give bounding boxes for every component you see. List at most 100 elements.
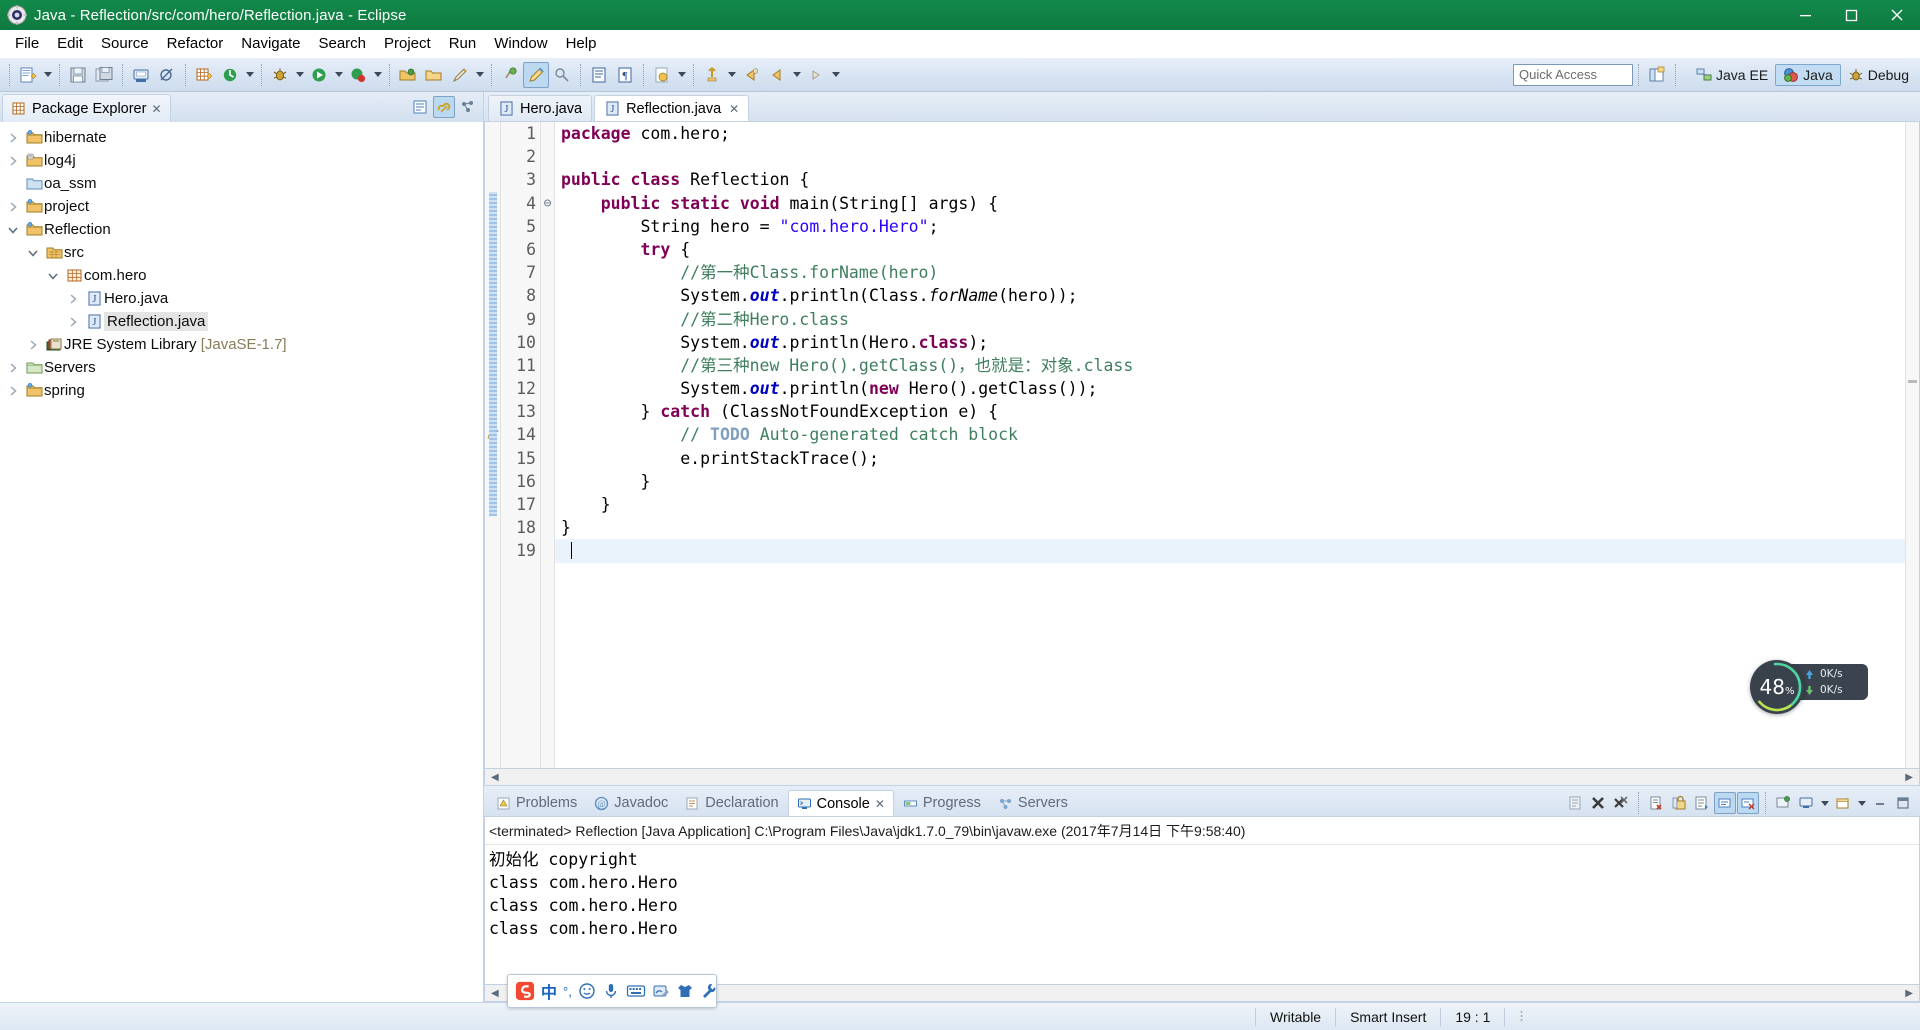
next-annotation-icon[interactable] [497, 62, 523, 88]
toolbox-icon[interactable] [700, 980, 718, 1002]
editor-folding-ruler[interactable]: ⊖ [541, 122, 555, 768]
menu-navigate[interactable]: Navigate [232, 32, 309, 55]
perspective-java[interactable]: Java [1775, 63, 1841, 86]
code-line[interactable]: public class Reflection { [555, 168, 1905, 191]
menu-help[interactable]: Help [557, 32, 606, 55]
chevron-right-icon[interactable] [68, 316, 84, 327]
search-icon[interactable] [447, 62, 473, 88]
terminate-icon[interactable] [1587, 792, 1609, 814]
view-menu-icon[interactable] [457, 96, 479, 118]
new-wizard-icon[interactable] [15, 62, 41, 88]
menu-file[interactable]: File [6, 32, 48, 55]
search-dropdown-icon[interactable] [473, 62, 486, 88]
console-body[interactable]: <terminated> Reflection [Java Applicatio… [484, 816, 1920, 985]
prev-edit-location-icon[interactable] [699, 62, 725, 88]
remove-all-terminated-icon[interactable] [1610, 792, 1632, 814]
save-icon[interactable] [65, 62, 91, 88]
chevron-down-icon[interactable] [8, 225, 24, 235]
run-dropdown-icon[interactable] [332, 62, 345, 88]
code-line[interactable]: System.out.println(Class.forName(hero)); [555, 284, 1905, 307]
console-tab-problems[interactable]: Problems [488, 790, 585, 816]
tree-item-hibernate[interactable]: hibernate [0, 126, 483, 149]
pin-console-icon[interactable] [1737, 792, 1759, 814]
tree-item-project[interactable]: project [0, 195, 483, 218]
prev-edit-dropdown-icon[interactable] [725, 62, 738, 88]
menu-window[interactable]: Window [485, 32, 556, 55]
microphone-icon[interactable] [602, 980, 620, 1002]
run-icon[interactable] [306, 62, 332, 88]
chevron-down-icon[interactable] [28, 248, 44, 258]
code-line[interactable]: //第二种Hero.class [555, 308, 1905, 331]
outline-icon[interactable] [586, 62, 612, 88]
link-icon[interactable] [549, 62, 575, 88]
tree-item-reflection[interactable]: Reflection [0, 218, 483, 241]
code-line[interactable] [555, 539, 1905, 563]
status-grip[interactable] [1504, 1007, 1538, 1026]
menu-refactor[interactable]: Refactor [158, 32, 233, 55]
console-tab-javadoc[interactable]: @ Javadoc [586, 790, 676, 816]
minimize-button[interactable] [1782, 0, 1828, 30]
code-line[interactable]: package com.hero; [555, 122, 1905, 145]
cpu-usage-ball[interactable]: 48% [1750, 660, 1804, 714]
quick-access-input[interactable]: Quick Access [1513, 63, 1634, 86]
tree-item-reflection-java[interactable]: J Reflection.java [0, 310, 483, 333]
open-task-icon[interactable] [421, 62, 447, 88]
tree-item-src[interactable]: src [0, 241, 483, 264]
close-icon[interactable]: ✕ [875, 797, 885, 811]
element-dropdown-icon[interactable] [675, 62, 688, 88]
maximize-button[interactable] [1828, 0, 1874, 30]
toggle-breakpoint-icon[interactable] [154, 62, 180, 88]
code-line[interactable]: e.printStackTrace(); [555, 447, 1905, 470]
chevron-right-icon[interactable] [8, 155, 24, 166]
chevron-right-icon[interactable] [8, 132, 24, 143]
debug-icon[interactable] [267, 62, 293, 88]
console-tab-servers[interactable]: Servers [990, 790, 1076, 816]
editor-overview-ruler[interactable] [1905, 122, 1919, 768]
coverage-dropdown-icon[interactable] [371, 62, 384, 88]
tree-item-hero-java[interactable]: J Hero.java [0, 287, 483, 310]
new-console-view-icon[interactable] [1832, 792, 1854, 814]
forward-icon[interactable] [803, 62, 829, 88]
menu-source[interactable]: Source [92, 32, 158, 55]
skin-icon[interactable] [676, 980, 694, 1002]
open-console-dropdown-icon[interactable] [1818, 790, 1831, 816]
ime-mode[interactable]: 中 [541, 979, 557, 1003]
code-line[interactable]: } [555, 470, 1905, 493]
back-icon[interactable] [738, 62, 764, 88]
menu-edit[interactable]: Edit [48, 32, 92, 55]
maximize-icon[interactable] [1892, 792, 1914, 814]
code-line[interactable]: } catch (ClassNotFoundException e) { [555, 400, 1905, 423]
code-line[interactable] [555, 145, 1905, 168]
refresh-dropdown-icon[interactable] [243, 62, 256, 88]
code-line[interactable]: } [555, 516, 1905, 539]
pilcrow-icon[interactable]: ¶ [612, 62, 638, 88]
menu-search[interactable]: Search [309, 32, 375, 55]
new-console-dropdown-icon[interactable] [1855, 790, 1868, 816]
project-tree[interactable]: hibernate log4j oa_ssm project Reflection src… [0, 122, 483, 1002]
console-output[interactable]: 初始化 copyright class com.hero.Hero class co… [485, 845, 1919, 943]
scroll-left-icon[interactable]: ◀ [487, 988, 503, 999]
scroll-left-icon[interactable]: ◀ [487, 772, 503, 783]
close-button[interactable] [1874, 0, 1920, 30]
open-type-icon[interactable] [395, 62, 421, 88]
network-speed-widget[interactable]: 0K/s 0K/s 48% [1750, 660, 1868, 714]
scroll-lock-icon[interactable] [1714, 792, 1736, 814]
tree-item-oa-ssm[interactable]: oa_ssm [0, 172, 483, 195]
tab-package-explorer[interactable]: Package Explorer ✕ [2, 94, 171, 122]
menu-run[interactable]: Run [440, 32, 486, 55]
coverage-icon[interactable] [345, 62, 371, 88]
display-selected-console-icon[interactable] [1772, 792, 1794, 814]
perspective-debug[interactable]: Debug [1841, 65, 1916, 85]
editor-code-area[interactable]: package com.hero; public class Reflectio… [555, 122, 1905, 768]
close-icon[interactable]: ✕ [151, 102, 161, 116]
console-tab-console[interactable]: Console ✕ [787, 790, 894, 816]
code-line[interactable]: // TODO Auto-generated catch block [555, 423, 1905, 446]
open-perspective-icon[interactable] [1644, 62, 1670, 88]
back-dropdown-icon[interactable] [790, 62, 803, 88]
pencil-icon[interactable] [523, 61, 549, 88]
minimize-icon[interactable] [1869, 792, 1891, 814]
save-all-icon[interactable] [91, 62, 117, 88]
forward-dropdown-icon[interactable] [829, 62, 842, 88]
open-console-icon[interactable] [1795, 792, 1817, 814]
code-line[interactable]: public static void main(String[] args) { [555, 192, 1905, 215]
